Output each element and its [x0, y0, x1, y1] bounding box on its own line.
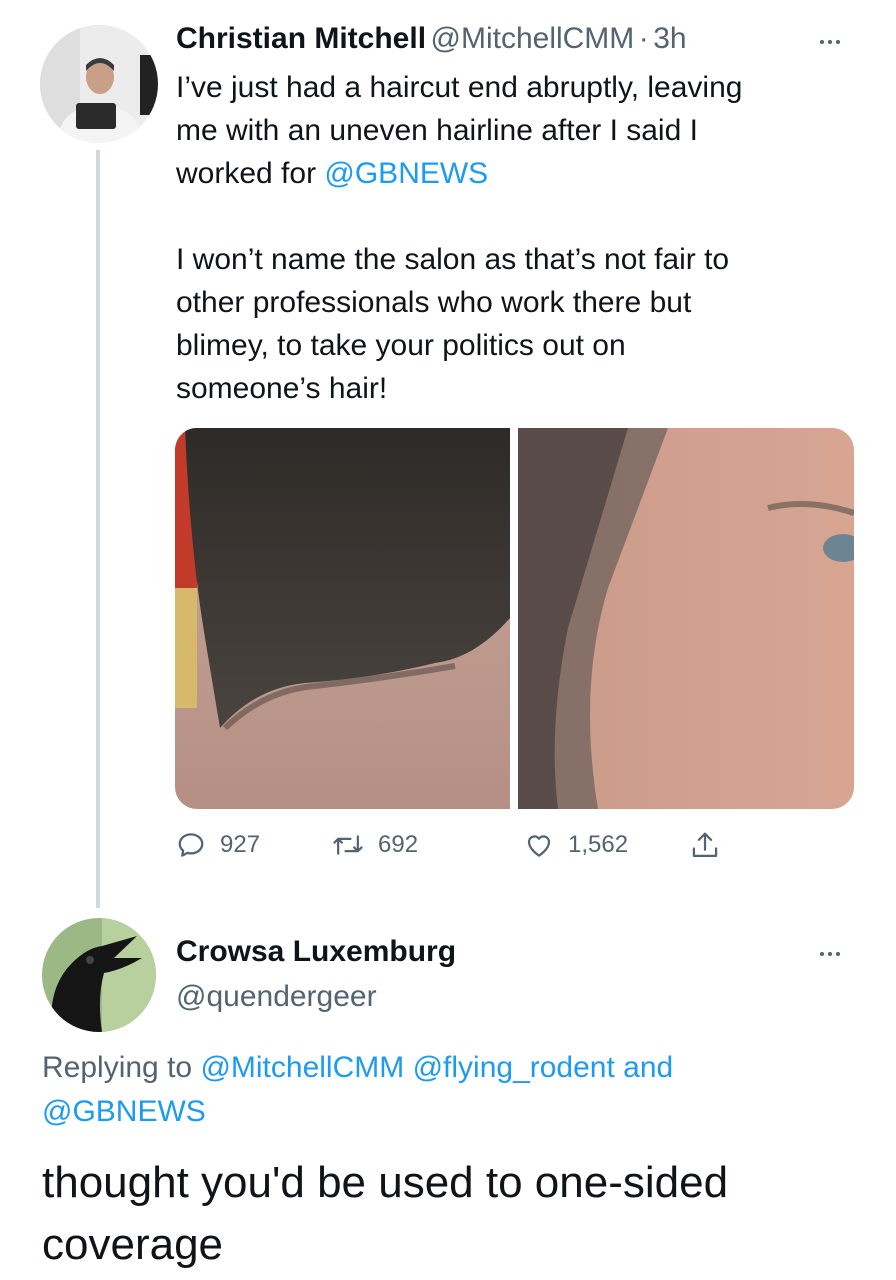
retweet-action[interactable]: 692: [332, 830, 418, 860]
mention-link[interactable]: @GBNEWS: [324, 157, 488, 190]
author-name[interactable]: Christian Mitchell: [176, 22, 426, 55]
more-icon[interactable]: [820, 40, 840, 44]
reply-text-line: coverage: [42, 1220, 224, 1269]
tweet-photo-1[interactable]: [175, 428, 510, 809]
reply-count: 927: [220, 831, 261, 858]
tweet-text-line: someone’s hair!: [176, 372, 388, 405]
replying-to: Replying to @MitchellCMM @flying_rodent …: [42, 1046, 842, 1134]
tweet-text-line: worked for @GBNEWS: [176, 157, 489, 190]
sideburn-photo: [518, 428, 854, 809]
tweet-text: I’ve just had a haircut end abruptly, le…: [176, 66, 866, 410]
author-avatar[interactable]: [40, 25, 158, 143]
like-count: 1,562: [568, 831, 629, 858]
tweet-text-line: I’ve just had a haircut end abruptly, le…: [176, 71, 743, 104]
tweet-text-line: blimey, to take your politics out on: [176, 329, 626, 362]
tweet-text-line: I won’t name the salon as that’s not fai…: [176, 243, 730, 276]
reply-author-handle[interactable]: @quendergeer: [176, 980, 377, 1014]
replying-mention-1[interactable]: @MitchellCMM: [200, 1051, 404, 1084]
reply-text-line: thought you'd be used to one-sided: [42, 1158, 729, 1207]
author-handle[interactable]: @MitchellCMM: [431, 22, 635, 55]
retweet-count: 692: [378, 831, 419, 858]
tweet-text-line: me with an uneven hairline after I said …: [176, 114, 698, 147]
like-action[interactable]: 1,562: [524, 830, 628, 860]
neck-hairline-photo: [175, 428, 510, 809]
reply-author-avatar[interactable]: [42, 918, 156, 1032]
tweet-photo-2[interactable]: [518, 428, 854, 809]
reply-author-name[interactable]: Crowsa Luxemburg: [176, 935, 456, 969]
like-icon: [527, 835, 551, 857]
share-icon: [692, 832, 718, 857]
tweet-header: Christian Mitchell @MitchellCMM · 3h: [176, 22, 687, 56]
reply-more-icon[interactable]: [820, 952, 840, 956]
reply-action[interactable]: 927: [176, 830, 260, 860]
reply-text: thought you'd be used to one-sided cover…: [42, 1152, 862, 1276]
tweet-text-line: other professionals who work there but: [176, 286, 692, 319]
replying-and: and: [614, 1051, 674, 1084]
replying-mention-3[interactable]: @GBNEWS: [42, 1095, 206, 1128]
replying-mention-2[interactable]: @flying_rodent: [413, 1051, 615, 1084]
share-action[interactable]: [690, 830, 720, 862]
avatar-photo: [40, 25, 158, 143]
reply-icon: [178, 833, 204, 857]
retweet-icon: [333, 835, 363, 855]
time-separator: ·: [638, 22, 649, 55]
crow-avatar-photo: [42, 918, 156, 1032]
tweet-time[interactable]: 3h: [653, 22, 686, 55]
thread-connector-line: [96, 150, 100, 908]
replying-to-label: Replying to: [42, 1051, 201, 1084]
